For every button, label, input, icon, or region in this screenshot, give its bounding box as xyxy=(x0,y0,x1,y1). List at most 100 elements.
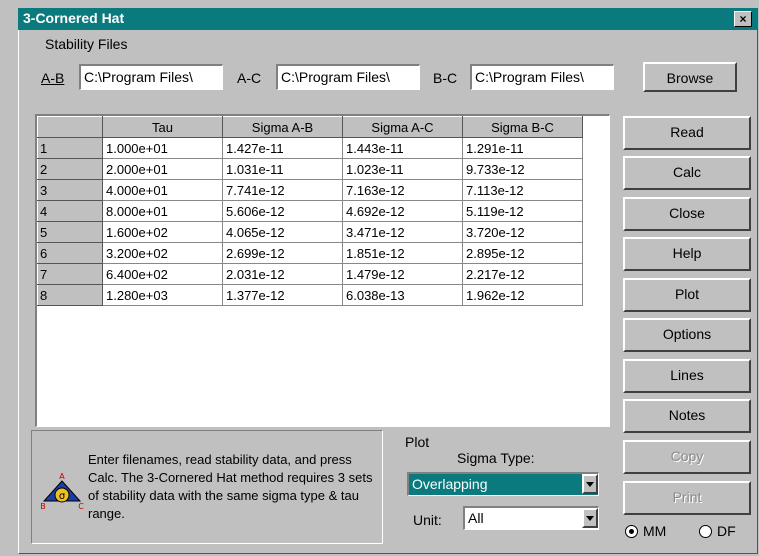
ac-label: A-C xyxy=(237,70,262,86)
ac-file-field[interactable]: C:\Program Files\ xyxy=(276,64,420,90)
cell-sigma-ab[interactable]: 7.741e-12 xyxy=(222,179,343,201)
bc-file-field[interactable]: C:\Program Files\ xyxy=(470,64,614,90)
cell-sigma-ab[interactable]: 5.606e-12 xyxy=(222,200,343,222)
info-panel: σ A B C Enter filenames, read stability … xyxy=(31,430,383,544)
chevron-down-icon xyxy=(586,482,594,487)
title-bar[interactable]: 3-Cornered Hat × xyxy=(18,8,758,30)
unit-dropdown-button[interactable] xyxy=(582,508,598,528)
cell-sigma-bc[interactable]: 3.720e-12 xyxy=(462,221,583,243)
dialog-window: Stability Files A-B C:\Program Files\ A-… xyxy=(18,30,758,554)
svg-text:C: C xyxy=(78,502,84,511)
cell-sigma-ab[interactable]: 1.031e-11 xyxy=(222,158,343,180)
close-window-button[interactable]: × xyxy=(734,11,752,27)
cell-sigma-ac[interactable]: 1.023e-11 xyxy=(342,158,463,180)
row-number[interactable]: 3 xyxy=(37,179,103,201)
cell-sigma-ac[interactable]: 7.163e-12 xyxy=(342,179,463,201)
svg-text:σ: σ xyxy=(59,491,66,502)
row-number[interactable]: 6 xyxy=(37,242,103,264)
row-number[interactable]: 2 xyxy=(37,158,103,180)
cell-sigma-ac[interactable]: 1.443e-11 xyxy=(342,137,463,159)
plot-group-label: Plot xyxy=(405,434,430,450)
cell-sigma-ab[interactable]: 1.377e-12 xyxy=(222,284,343,306)
radio-df[interactable]: DF xyxy=(699,523,759,539)
radio-mm-indicator xyxy=(625,525,638,538)
plot-button[interactable]: Plot xyxy=(623,278,751,312)
row-number[interactable]: 1 xyxy=(37,137,103,159)
close-button[interactable]: Close xyxy=(623,197,751,231)
svg-text:B: B xyxy=(40,502,46,511)
read-button[interactable]: Read xyxy=(623,116,751,150)
table-row[interactable]: 7 6.400e+02 2.031e-12 1.479e-12 2.217e-12 xyxy=(37,263,583,285)
help-button[interactable]: Help xyxy=(623,237,751,271)
calc-button[interactable]: Calc xyxy=(623,156,751,190)
radio-df-indicator xyxy=(699,525,712,538)
cell-sigma-ab[interactable]: 1.427e-11 xyxy=(222,137,343,159)
corner-header xyxy=(37,116,103,138)
cell-sigma-bc[interactable]: 7.113e-12 xyxy=(462,179,583,201)
row-number[interactable]: 8 xyxy=(37,284,103,306)
column-header-sigma-bc[interactable]: Sigma B-C xyxy=(462,116,583,138)
chevron-down-icon xyxy=(586,516,594,521)
table-row[interactable]: 1 1.000e+01 1.427e-11 1.443e-11 1.291e-11 xyxy=(37,137,583,159)
cell-sigma-ab[interactable]: 2.031e-12 xyxy=(222,263,343,285)
cell-sigma-bc[interactable]: 9.733e-12 xyxy=(462,158,583,180)
row-number[interactable]: 5 xyxy=(37,221,103,243)
sigma-type-dropdown-button[interactable] xyxy=(582,474,598,494)
cell-tau[interactable]: 2.000e+01 xyxy=(102,158,223,180)
cell-sigma-bc[interactable]: 1.962e-12 xyxy=(462,284,583,306)
table-row[interactable]: 3 4.000e+01 7.741e-12 7.163e-12 7.113e-12 xyxy=(37,179,583,201)
cell-sigma-ac[interactable]: 3.471e-12 xyxy=(342,221,463,243)
cell-tau[interactable]: 1.280e+03 xyxy=(102,284,223,306)
cell-sigma-bc[interactable]: 1.291e-11 xyxy=(462,137,583,159)
column-header-sigma-ab[interactable]: Sigma A-B xyxy=(222,116,343,138)
radio-df-label: DF xyxy=(717,523,736,539)
cell-tau[interactable]: 8.000e+01 xyxy=(102,200,223,222)
info-message: Enter filenames, read stability data, an… xyxy=(88,452,373,521)
bc-label: B-C xyxy=(433,70,458,86)
print-button[interactable]: Print xyxy=(623,481,751,515)
radio-mm[interactable]: MM xyxy=(625,523,685,539)
window-title: 3-Cornered Hat xyxy=(23,10,125,26)
data-grid[interactable]: Tau Sigma A-B Sigma A-C Sigma B-C 1 1.000… xyxy=(35,114,610,427)
options-button[interactable]: Options xyxy=(623,318,751,352)
cell-sigma-bc[interactable]: 2.895e-12 xyxy=(462,242,583,264)
unit-select[interactable]: All xyxy=(463,506,599,530)
table-row[interactable]: 4 8.000e+01 5.606e-12 4.692e-12 5.119e-12 xyxy=(37,200,583,222)
cell-sigma-ac[interactable]: 1.851e-12 xyxy=(342,242,463,264)
table-header-row: Tau Sigma A-B Sigma A-C Sigma B-C xyxy=(37,116,583,138)
cell-tau[interactable]: 4.000e+01 xyxy=(102,179,223,201)
sigma-type-select[interactable]: Overlapping xyxy=(407,472,599,496)
cell-tau[interactable]: 1.000e+01 xyxy=(102,137,223,159)
row-number[interactable]: 4 xyxy=(37,200,103,222)
table-row[interactable]: 6 3.200e+02 2.699e-12 1.851e-12 2.895e-12 xyxy=(37,242,583,264)
cell-sigma-ac[interactable]: 6.038e-13 xyxy=(342,284,463,306)
column-header-tau[interactable]: Tau xyxy=(102,116,223,138)
stability-files-label: Stability Files xyxy=(45,36,128,52)
ab-file-field[interactable]: C:\Program Files\ xyxy=(79,64,223,90)
browse-button[interactable]: Browse xyxy=(643,62,737,92)
table-row[interactable]: 8 1.280e+03 1.377e-12 6.038e-13 1.962e-12 xyxy=(37,284,583,306)
cell-tau[interactable]: 1.600e+02 xyxy=(102,221,223,243)
table-row[interactable]: 2 2.000e+01 1.031e-11 1.023e-11 9.733e-12 xyxy=(37,158,583,180)
radio-mm-label: MM xyxy=(643,523,667,539)
ab-label: A-B xyxy=(41,70,65,86)
cell-sigma-bc[interactable]: 2.217e-12 xyxy=(462,263,583,285)
lines-button[interactable]: Lines xyxy=(623,359,751,393)
row-number[interactable]: 7 xyxy=(37,263,103,285)
cell-sigma-ac[interactable]: 4.692e-12 xyxy=(342,200,463,222)
cell-tau[interactable]: 6.400e+02 xyxy=(102,263,223,285)
three-cornered-hat-icon: σ A B C xyxy=(40,472,84,511)
cell-sigma-ac[interactable]: 1.479e-12 xyxy=(342,263,463,285)
unit-value: All xyxy=(468,510,484,526)
notes-button[interactable]: Notes xyxy=(623,399,751,433)
cell-sigma-bc[interactable]: 5.119e-12 xyxy=(462,200,583,222)
cell-sigma-ab[interactable]: 2.699e-12 xyxy=(222,242,343,264)
svg-text:A: A xyxy=(59,472,65,481)
stability-table: Tau Sigma A-B Sigma A-C Sigma B-C 1 1.000… xyxy=(37,116,583,306)
cell-sigma-ab[interactable]: 4.065e-12 xyxy=(222,221,343,243)
sigma-type-value: Overlapping xyxy=(412,476,488,492)
table-row[interactable]: 5 1.600e+02 4.065e-12 3.471e-12 3.720e-12 xyxy=(37,221,583,243)
cell-tau[interactable]: 3.200e+02 xyxy=(102,242,223,264)
copy-button[interactable]: Copy xyxy=(623,440,751,474)
column-header-sigma-ac[interactable]: Sigma A-C xyxy=(342,116,463,138)
